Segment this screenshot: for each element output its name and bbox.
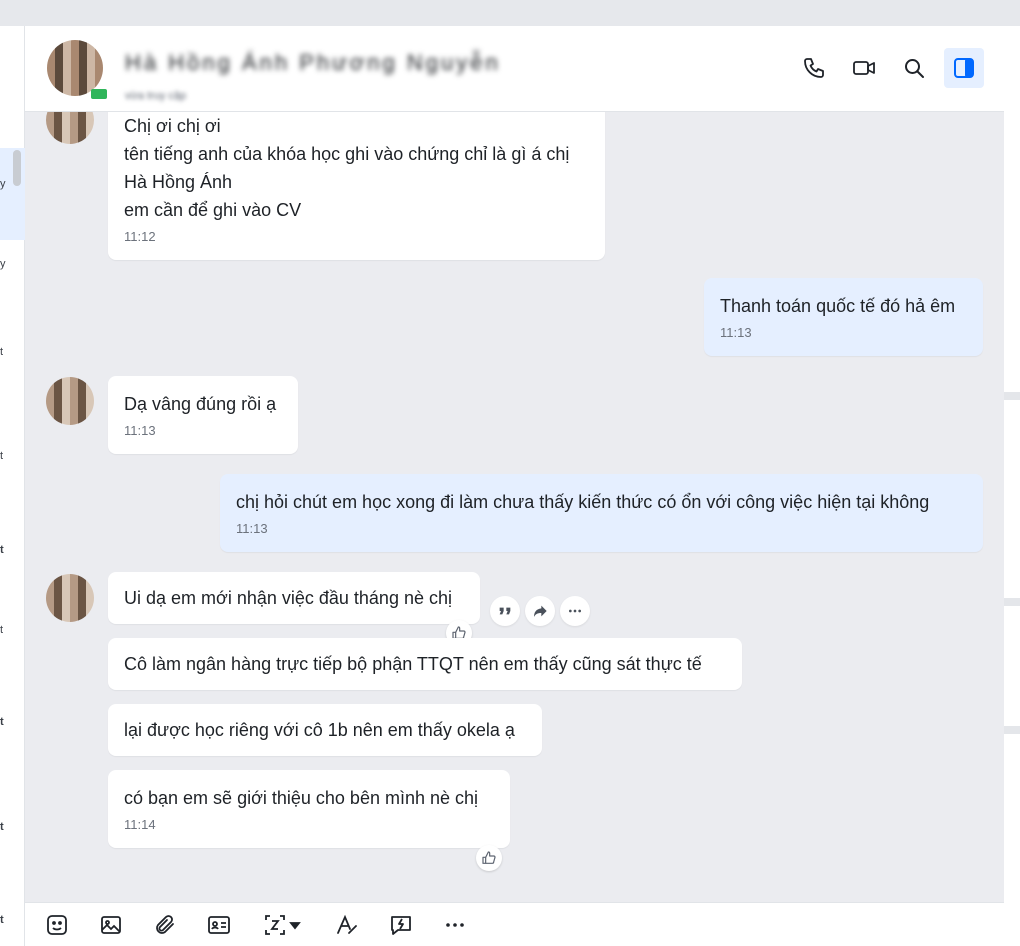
message-text: tên tiếng anh của khóa học ghi vào chứng… <box>124 144 570 164</box>
sidebar-toggle-icon <box>954 58 974 78</box>
phone-icon <box>804 58 824 78</box>
message-bubble[interactable]: Chị ơi chị ơi tên tiếng anh của khóa học… <box>108 112 605 260</box>
message-time: 11:13 <box>236 521 268 536</box>
message-bubble[interactable]: có bạn em sẽ giới thiệu cho bên mình nè … <box>108 770 510 848</box>
contact-avatar[interactable] <box>47 40 103 96</box>
more-options-button[interactable] <box>441 911 469 939</box>
conversation-list-sidebar[interactable]: y y t t t t t t t <box>0 26 25 946</box>
sidebar-text-fragment: t <box>0 544 4 556</box>
more-button[interactable] <box>560 596 590 626</box>
contact-card-icon <box>208 915 230 934</box>
sidebar-text-fragment: t <box>0 914 4 926</box>
header-actions <box>794 48 984 88</box>
toggle-info-panel-button[interactable] <box>944 48 984 88</box>
image-icon <box>101 915 121 934</box>
message-text: Cô làm ngân hàng trực tiếp bộ phận TTQT … <box>124 654 702 674</box>
video-call-icon <box>853 61 875 75</box>
message-bubble[interactable]: Dạ vâng đúng rồi ạ 11:13 <box>108 376 298 454</box>
message-text: lại được học riêng với cô 1b nên em thấy… <box>124 720 515 740</box>
quote-icon <box>499 607 511 615</box>
sidebar-text-fragment: t <box>0 450 4 462</box>
video-call-button[interactable] <box>844 48 884 88</box>
quote-button[interactable] <box>490 596 520 626</box>
contact-status: vừa truy cập <box>125 90 187 102</box>
composer-toolbar <box>25 902 1004 946</box>
call-button[interactable] <box>794 48 834 88</box>
panel-divider <box>1004 726 1020 734</box>
quick-message-button[interactable] <box>387 911 415 939</box>
panel-divider <box>1004 392 1020 400</box>
sender-avatar[interactable] <box>46 574 94 622</box>
text-format-icon <box>337 914 357 934</box>
attachment-button[interactable] <box>151 911 179 939</box>
message-text: Ui dạ em mới nhận việc đầu tháng nè chị <box>124 588 452 608</box>
message-text: có bạn em sẽ giới thiệu cho bên mình nè … <box>124 788 479 808</box>
sidebar-scrollbar[interactable] <box>13 150 21 186</box>
message-text: Thanh toán quốc tế đó hả êm <box>720 296 956 316</box>
conversation-header: Hà Hồng Ánh Phương Nguyễn vừa truy cập <box>25 26 1004 112</box>
sender-avatar[interactable] <box>46 112 94 144</box>
sender-avatar[interactable] <box>46 377 94 425</box>
contact-name[interactable]: Hà Hồng Ánh Phương Nguyễn <box>125 50 501 76</box>
text-format-button[interactable] <box>333 911 361 939</box>
quick-message-icon <box>391 915 411 935</box>
image-button[interactable] <box>97 911 125 939</box>
panel-divider <box>1004 598 1020 606</box>
forward-button[interactable] <box>525 596 555 626</box>
attachment-icon <box>156 914 174 934</box>
sidebar-text-fragment: y <box>0 178 6 190</box>
message-list[interactable]: Chị ơi chị ơi tên tiếng anh của khóa học… <box>25 112 1004 902</box>
message-bubble[interactable]: lại được học riêng với cô 1b nên em thấy… <box>108 704 542 756</box>
message-bubble[interactable]: Thanh toán quốc tế đó hả êm 11:13 <box>704 278 983 356</box>
message-text: chị hỏi chút em học xong đi làm chưa thấ… <box>236 492 930 512</box>
message-bubble[interactable]: Cô làm ngân hàng trực tiếp bộ phận TTQT … <box>108 638 742 690</box>
screenshot-button[interactable] <box>259 911 307 939</box>
message-time: 11:13 <box>124 423 156 438</box>
contact-card-button[interactable] <box>205 911 233 939</box>
message-text: Dạ vâng đúng rồi ạ <box>124 394 277 414</box>
message-time: 11:12 <box>124 229 156 244</box>
message-time: 11:13 <box>720 325 752 340</box>
search-button[interactable] <box>894 48 934 88</box>
online-status-indicator <box>91 89 107 99</box>
right-panel-edge <box>1004 26 1020 946</box>
message-bubble[interactable]: chị hỏi chút em học xong đi làm chưa thấ… <box>220 474 983 552</box>
message-bubble[interactable]: Ui dạ em mới nhận việc đầu tháng nè chị <box>108 572 480 624</box>
reaction-button[interactable] <box>476 845 502 871</box>
search-icon <box>905 59 924 78</box>
sidebar-text-fragment: t <box>0 716 4 728</box>
more-options-icon <box>446 922 464 927</box>
message-hover-tools <box>490 596 590 626</box>
forward-icon <box>534 605 547 617</box>
more-icon <box>569 609 581 613</box>
thumbs-up-icon <box>482 851 496 864</box>
sticker-button[interactable] <box>43 911 71 939</box>
sidebar-text-fragment: t <box>0 624 4 636</box>
sidebar-text-fragment: t <box>0 821 4 833</box>
message-text: em cần để ghi vào CV <box>124 200 302 220</box>
message-text: Hà Hồng Ánh <box>124 172 233 192</box>
sidebar-text-fragment: y <box>0 258 6 270</box>
sticker-icon <box>47 914 67 935</box>
sidebar-text-fragment: t <box>0 346 4 358</box>
message-text: Chị ơi chị ơi <box>124 116 221 136</box>
screenshot-icon <box>265 914 301 935</box>
message-time: 11:14 <box>124 817 156 832</box>
window-top-strip <box>0 0 1020 26</box>
